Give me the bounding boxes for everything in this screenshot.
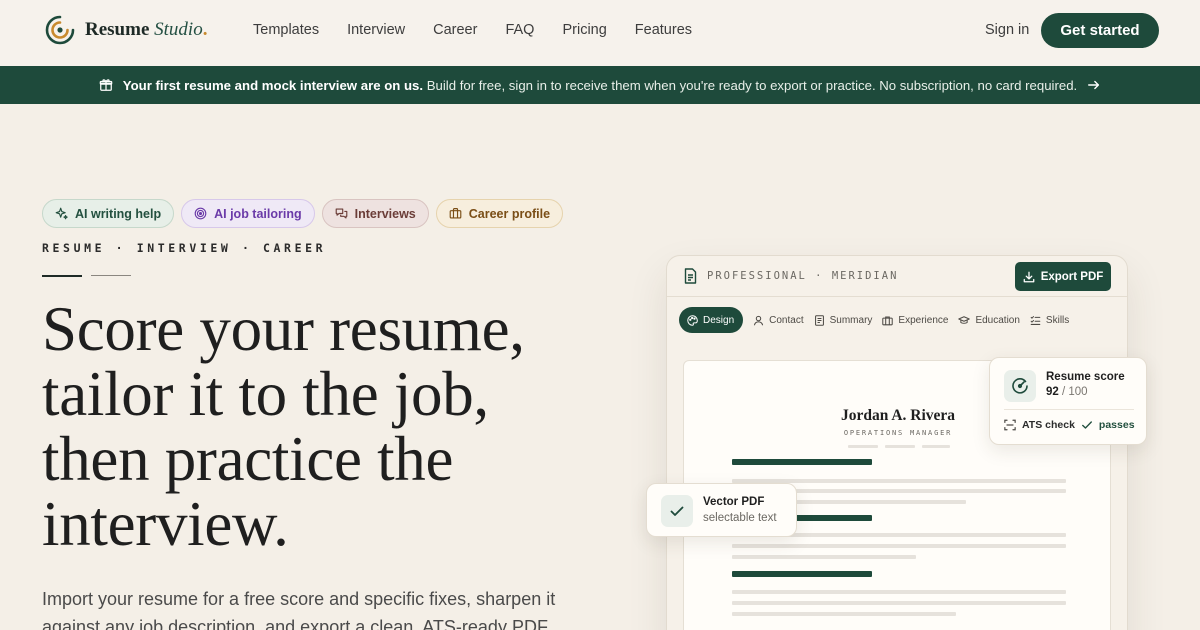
text-line: [732, 544, 1066, 548]
hero-kicker: RESUME · INTERVIEW · CAREER: [42, 241, 327, 255]
tab-experience[interactable]: Experience: [882, 307, 948, 333]
text-line: [732, 612, 956, 616]
scan-icon: [1004, 419, 1016, 431]
document-lines-icon: [814, 314, 824, 326]
gauge-icon: [1012, 378, 1028, 394]
target-icon: [194, 207, 207, 220]
palette-icon: [687, 314, 698, 326]
editor-tabs: Design Contact Summary Experience Educat…: [679, 307, 1069, 333]
hero-headline: Score your resume, tailor it to the job,…: [42, 294, 525, 559]
checklist-icon: [1030, 315, 1041, 325]
arrow-right-icon: [1088, 80, 1100, 90]
nav-link-career[interactable]: Career: [433, 22, 477, 38]
tab-design[interactable]: Design: [679, 307, 744, 333]
banner-text: Your first resume and mock interview are…: [122, 77, 1078, 93]
chip-ai-writing[interactable]: AI writing help: [42, 199, 175, 228]
check-icon: [1081, 421, 1092, 429]
nav-link-interview[interactable]: Interview: [347, 22, 405, 38]
sign-in-link[interactable]: Sign in: [985, 22, 1029, 38]
nav-links: Templates Interview Career FAQ Pricing F…: [253, 22, 692, 38]
ats-check-row: ATS check passes: [1004, 419, 1135, 431]
promo-banner[interactable]: Your first resume and mock interview are…: [0, 66, 1200, 104]
pdf-card-subtitle: selectable text: [703, 512, 777, 524]
chat-bubbles-icon: [335, 208, 347, 219]
contact-line: [885, 445, 915, 448]
briefcase-icon: [882, 315, 894, 325]
vector-pdf-card: Vector PDF selectable text: [646, 483, 797, 537]
template-name: PROFESSIONAL · MERIDIAN: [707, 270, 899, 282]
graduation-cap-icon: [958, 315, 971, 324]
kicker-rule-active: [42, 275, 82, 277]
text-line: [732, 601, 1066, 605]
download-icon: [1023, 271, 1035, 282]
sparkle-icon: [55, 207, 68, 220]
user-icon: [754, 315, 764, 325]
logo-mark-icon: [45, 15, 75, 45]
score-value: 92 / 100: [1046, 386, 1088, 398]
editor-header: PROFESSIONAL · MERIDIAN Export PDF: [667, 256, 1127, 297]
section-heading-bar: [732, 571, 872, 577]
brand-name: Resume Studio.: [85, 19, 208, 40]
text-line: [732, 590, 1066, 594]
nav-link-templates[interactable]: Templates: [253, 22, 319, 38]
check-icon: [670, 506, 684, 516]
tab-contact[interactable]: Contact: [753, 307, 804, 333]
pdf-card-title: Vector PDF: [703, 496, 765, 508]
divider: [1004, 409, 1134, 410]
kicker-rule: [91, 275, 131, 276]
nav-link-pricing[interactable]: Pricing: [562, 22, 606, 38]
contact-line: [848, 445, 878, 448]
contact-line: [922, 445, 950, 448]
chip-ai-tailoring[interactable]: AI job tailoring: [181, 199, 315, 228]
hero-lead: Import your resume for a free score and …: [42, 589, 556, 630]
tab-skills[interactable]: Skills: [1030, 307, 1069, 333]
feature-chips: AI writing help AI job tailoring Intervi…: [42, 199, 564, 228]
gift-icon: [99, 79, 113, 91]
brand-logo[interactable]: Resume Studio.: [44, 14, 207, 46]
tab-summary[interactable]: Summary: [814, 307, 872, 333]
export-pdf-button[interactable]: Export PDF: [1015, 262, 1111, 291]
chip-career-profile[interactable]: Career profile: [435, 199, 564, 228]
score-label: Resume score: [1046, 371, 1125, 383]
nav-link-faq[interactable]: FAQ: [505, 22, 534, 38]
get-started-button[interactable]: Get started: [1041, 13, 1159, 48]
resume-score-card: Resume score 92 / 100 ATS check passes: [989, 357, 1147, 445]
top-nav: Resume Studio. Templates Interview Caree…: [0, 0, 1200, 66]
document-icon: [684, 268, 697, 284]
chip-interviews[interactable]: Interviews: [321, 199, 429, 228]
section-heading-bar: [732, 459, 872, 465]
text-line: [732, 555, 916, 559]
tab-education[interactable]: Education: [958, 307, 1020, 333]
briefcase-icon: [449, 208, 462, 219]
nav-link-features[interactable]: Features: [635, 22, 692, 38]
